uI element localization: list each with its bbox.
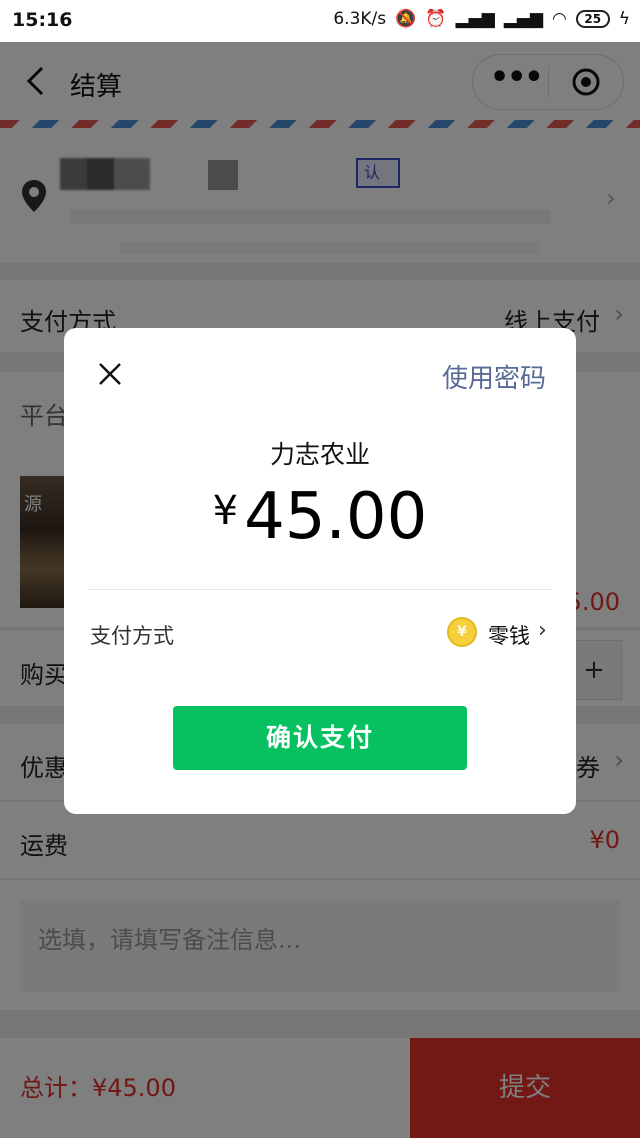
amount-value: 45.00 xyxy=(244,480,428,554)
wifi-icon: ◠ xyxy=(551,9,567,29)
charging-icon: ϟ xyxy=(618,9,630,29)
signal-icon: ▂▄▆ xyxy=(455,9,495,29)
battery-icon: 25 xyxy=(575,10,610,28)
payment-amount: ¥45.00 xyxy=(0,480,640,554)
mute-icon: 🔕 xyxy=(395,9,417,29)
net-speed: 6.3K/s xyxy=(333,9,387,29)
merchant-name: 力志农业 xyxy=(269,440,370,469)
dialog-pay-method-label: 支付方式 xyxy=(90,624,174,648)
status-indicators: 6.3K/s 🔕 ⏰ ▂▄▆ ▂▄▆ ◠ 25 ϟ xyxy=(333,9,630,29)
currency-symbol: ¥ xyxy=(212,488,239,534)
dialog-pay-method-value[interactable]: 零钱 xyxy=(488,620,530,650)
confirm-payment-button[interactable]: 确认支付 xyxy=(173,706,467,770)
dialog-divider xyxy=(88,589,552,590)
close-icon[interactable] xyxy=(96,360,124,388)
chevron-right-icon[interactable]: › xyxy=(538,618,547,643)
signal2-icon: ▂▄▆ xyxy=(503,9,543,29)
alarm-icon: ⏰ xyxy=(425,9,447,29)
coin-icon: ¥ xyxy=(447,617,477,647)
use-password-link[interactable]: 使用密码 xyxy=(442,358,546,395)
status-time: 15:16 xyxy=(12,9,73,31)
